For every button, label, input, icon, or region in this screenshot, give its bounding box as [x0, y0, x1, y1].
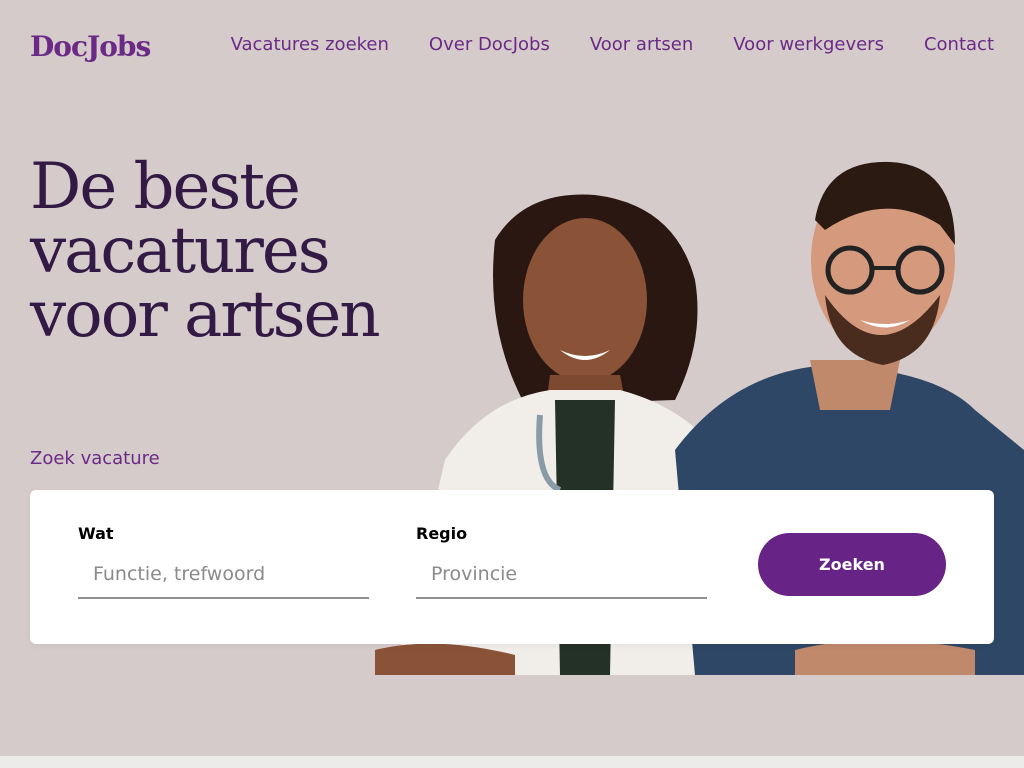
- hero-title: De beste vacatures voor artsen: [30, 155, 430, 347]
- hero-title-line: De beste: [30, 150, 301, 224]
- hero-title-line: vacatures: [30, 214, 331, 288]
- nav-over-docjobs[interactable]: Over DocJobs: [429, 35, 550, 55]
- nav-voor-artsen[interactable]: Voor artsen: [590, 35, 693, 55]
- docjobs-logo[interactable]: DocJobs: [30, 30, 151, 63]
- nav-voor-werkgevers[interactable]: Voor werkgevers: [733, 35, 884, 55]
- search-card: Wat Regio Zoeken: [30, 490, 994, 644]
- wat-input[interactable]: [78, 557, 369, 599]
- regio-input[interactable]: [416, 557, 707, 599]
- wat-label: Wat: [78, 524, 114, 543]
- regio-field-group: Regio: [416, 524, 707, 599]
- main-nav: Vacatures zoeken Over DocJobs Voor artse…: [231, 35, 994, 55]
- nav-contact[interactable]: Contact: [924, 35, 994, 55]
- hero-title-line: voor artsen: [30, 278, 381, 352]
- page-bottom-strip: [0, 756, 1024, 768]
- regio-label: Regio: [416, 524, 468, 543]
- search-heading: Zoek vacature: [30, 448, 160, 469]
- nav-vacatures-zoeken[interactable]: Vacatures zoeken: [231, 35, 389, 55]
- wat-field-group: Wat: [78, 524, 369, 599]
- zoeken-button[interactable]: Zoeken: [758, 533, 946, 596]
